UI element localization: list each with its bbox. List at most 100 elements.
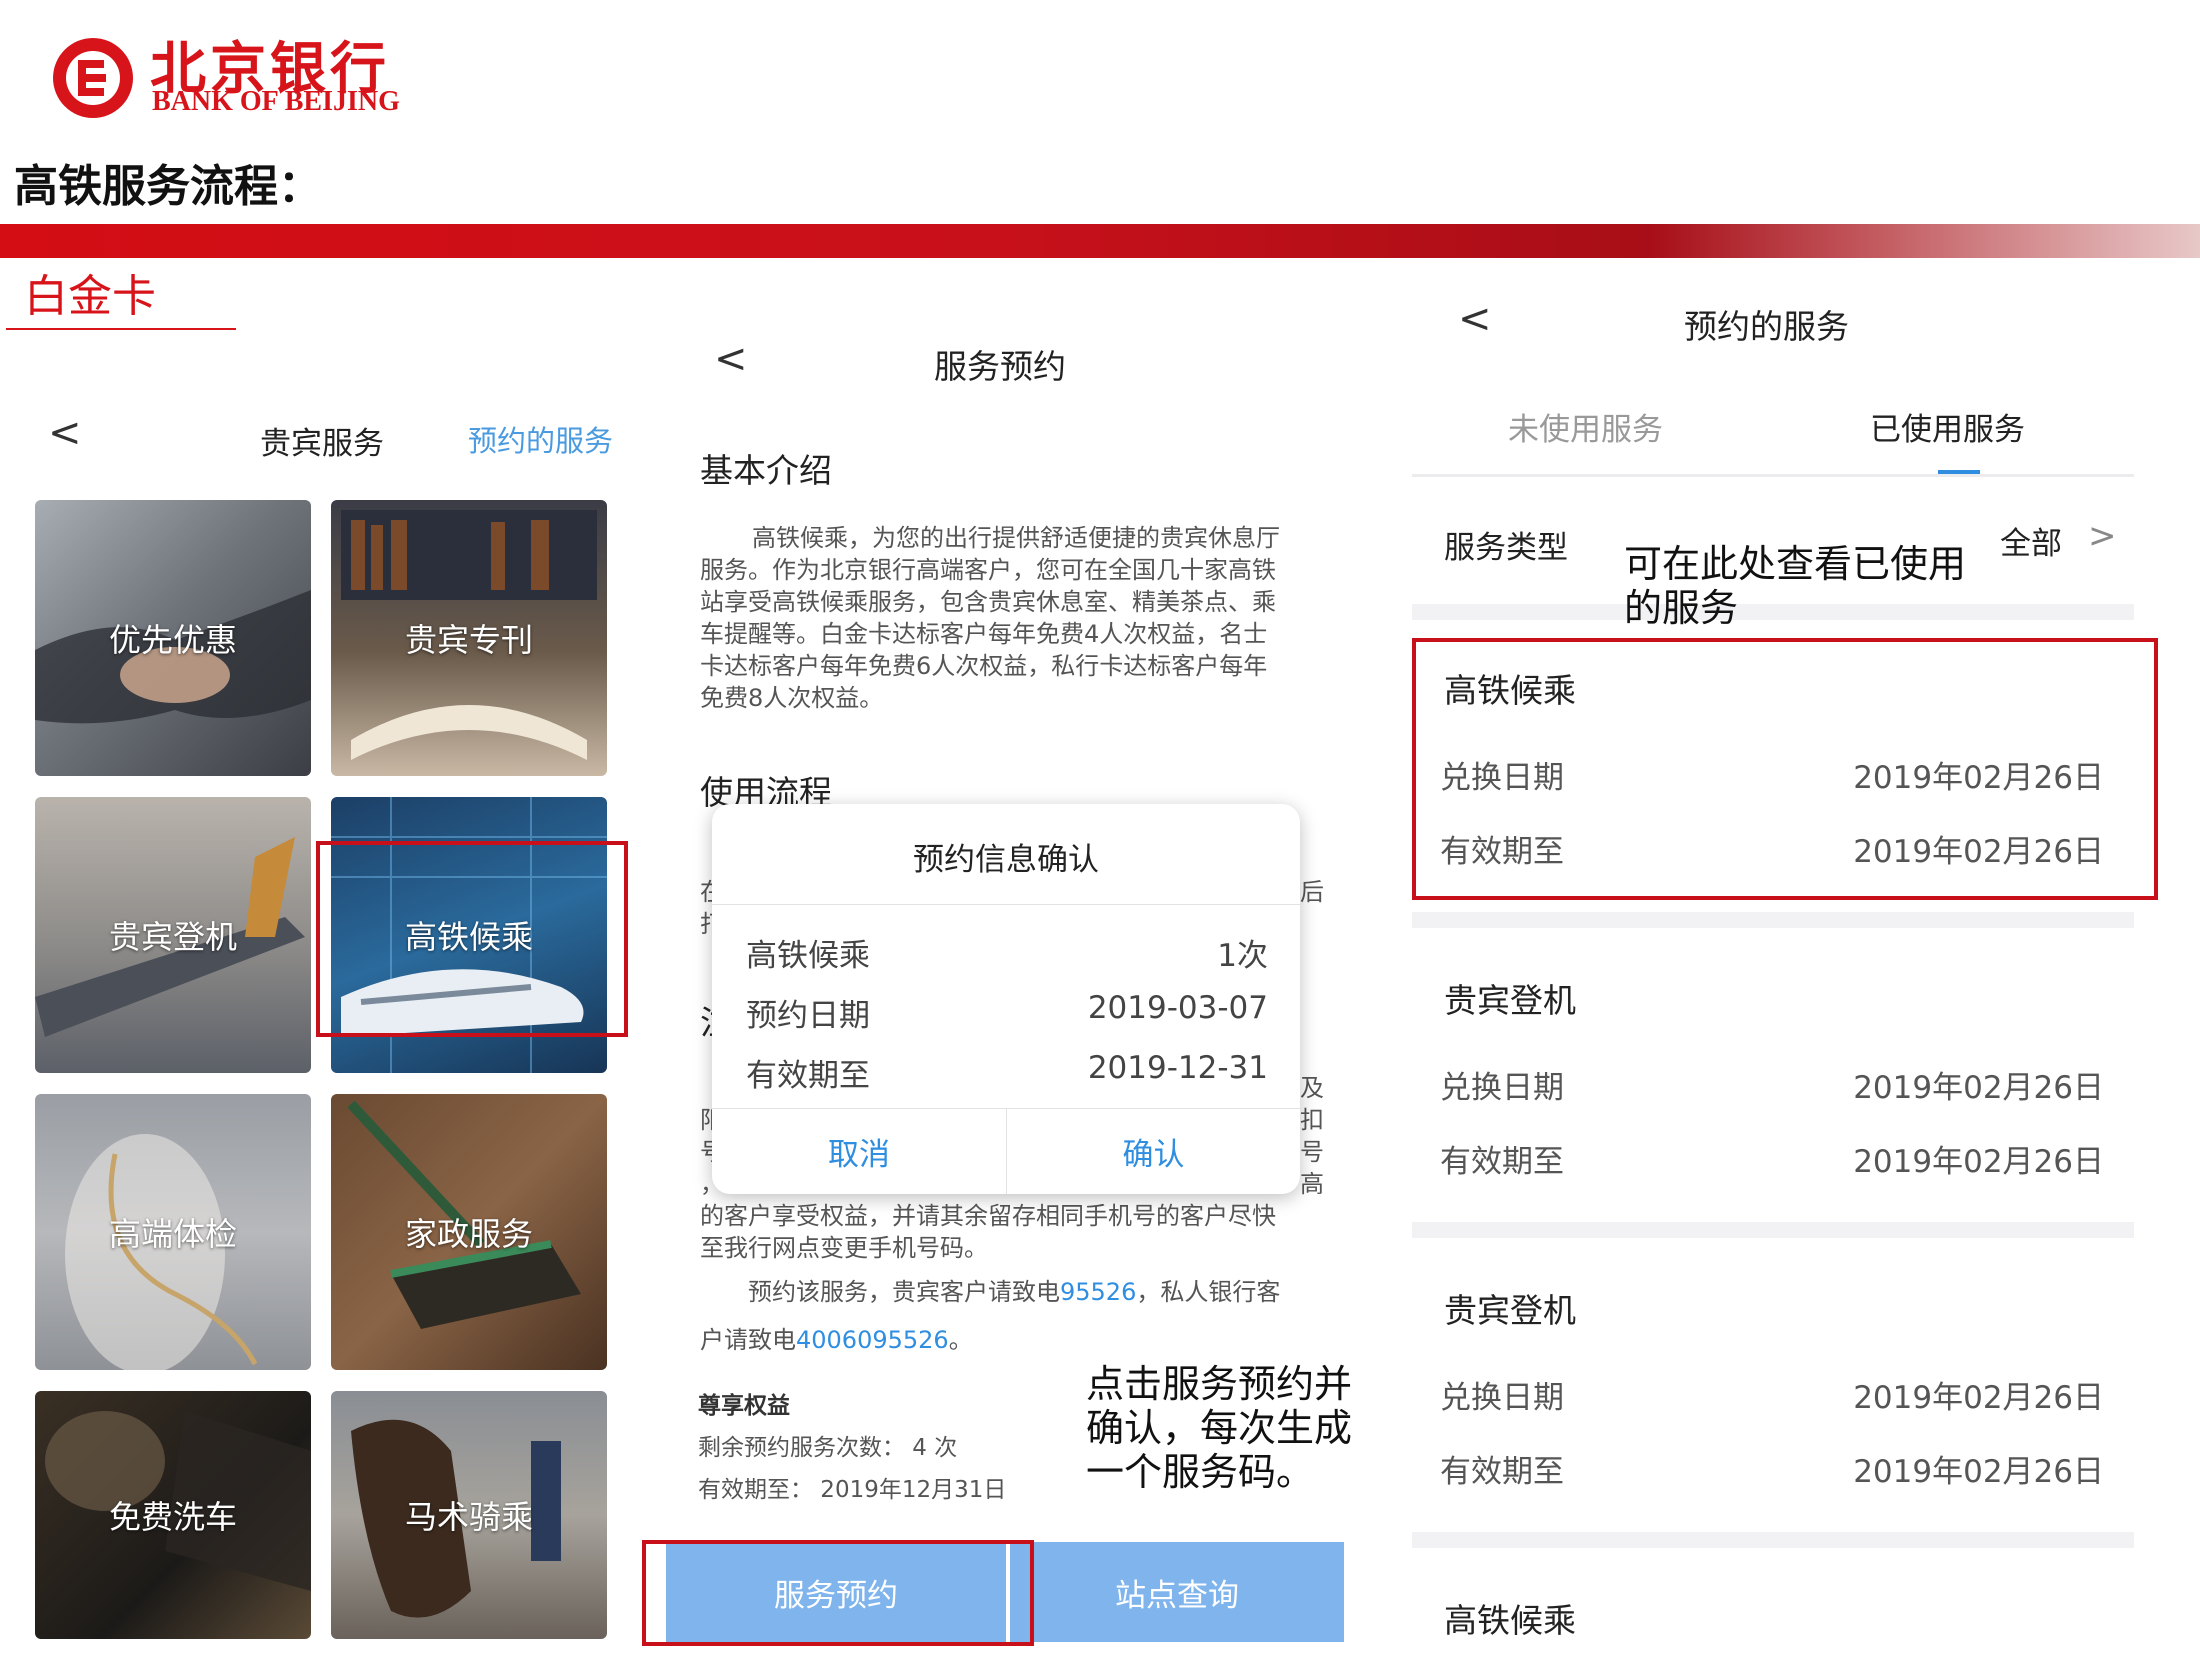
row-value: 2019年02月26日 [1853,1144,2104,1180]
filter-value[interactable]: 全部 [2000,518,2062,563]
obscured-text: 及 [1300,1074,1324,1102]
section-gap [1412,912,2134,928]
tile-label: 优先优惠 [108,621,237,659]
row-value: 2019年02月26日 [1853,1454,2104,1490]
row-label: 兑换日期 [1440,1380,1564,1416]
obscured-text: 后 [1300,878,1324,906]
annotation-booking: 点击服务预约并 确认，每次生成 一个服务码。 [1086,1362,1352,1494]
dialog-row-valid: 有效期至 2019-12-31 [746,1050,1268,1095]
section-label: 白金卡 [24,271,156,322]
chevron-left-icon[interactable]: < [714,336,748,382]
tile-priority-offers[interactable]: 优先优惠 [35,500,311,776]
header-red-band [0,224,2200,258]
row-value: 2019-03-07 [1087,990,1268,1026]
phone-link-95526[interactable]: 95526 [1060,1278,1136,1306]
tile-label: 家政服务 [404,1215,533,1253]
chevron-left-icon[interactable]: < [1458,296,1492,342]
intro-line: 免费8人次权益。 [700,684,884,712]
intro-line: 服务。作为北京银行高端客户，您可在全国几十家高铁 [700,556,1276,584]
section-gap [1412,1222,2134,1238]
logo-text-en: BANK OF BEIJING [152,86,400,117]
nav-title: 预约的服务 [1684,307,1849,346]
record-row-valid: 有效期至 2019年02月26日 [1440,1136,2104,1181]
intro-text: 高铁候乘，为您的出行提供舒适便捷的贵宾休息厅 服务。作为北京银行高端客户，您可在… [700,522,1320,714]
record-title: 贵宾登机 [1444,1291,1576,1330]
dialog-title: 预约信息确认 [913,842,1099,878]
station-query-button[interactable]: 站点查询 [1010,1542,1344,1642]
dialog-row-service: 高铁候乘 1次 [746,930,1268,975]
annotation-line: 的服务 [1624,586,1739,630]
nav-title: 服务预约 [934,347,1066,386]
booking-hotline-line1: 预约该服务，贵宾客户请致电95526，私人银行客 [700,1276,1320,1308]
annotation-line: 确认，每次生成 [1086,1406,1353,1450]
chevron-left-icon[interactable]: < [48,410,82,456]
tile-health-check[interactable]: 高端体检 [35,1094,311,1370]
annotation-line: 点击服务预约并 [1086,1362,1353,1406]
obscured-text: 高 [1300,1170,1324,1198]
booking-hotline-line2: 户请致电4006095526。 [700,1324,973,1356]
tile-label: 高端体检 [108,1215,237,1253]
notice-line: 至我行网点变更手机号码。 [700,1234,988,1262]
tab-used-services[interactable]: 已使用服务 [1870,404,2025,449]
tile-label: 高铁候乘 [404,918,533,956]
row-value: 2019-12-31 [1087,1050,1268,1086]
divider [712,904,1300,905]
row-label: 有效期至 [1440,1144,1564,1180]
intro-line: 车提醒等。白金卡达标客户每年免费4人次权益，名士 [700,620,1268,648]
booking-text: 户请致电 [700,1326,796,1354]
remaining-count: 剩余预约服务次数： 4 次 [698,1435,958,1461]
divider [1412,474,2134,477]
phone-link-private-bank[interactable]: 4006095526 [796,1326,949,1354]
annotation-used-services: 可在此处查看已使用 的服务 [1624,542,1966,630]
record-row-exchange: 兑换日期 2019年02月26日 [1440,1372,2104,1417]
nav-link-booked-services[interactable]: 预约的服务 [468,418,613,460]
valid-until: 有效期至： 2019年12月31日 [698,1477,1007,1503]
booking-confirm-dialog: 预约信息确认 高铁候乘 1次 预约日期 2019-03-07 有效期至 2019-12… [712,804,1300,1194]
tab-unused-services[interactable]: 未使用服务 [1508,404,1663,449]
highlight-box-used-record [1412,638,2158,900]
chevron-right-icon[interactable]: > [2088,516,2117,556]
row-label: 有效期至 [746,1058,870,1094]
page-title: 高铁服务流程： [14,161,322,212]
tile-housekeeping[interactable]: 家政服务 [331,1094,607,1370]
tile-equestrian[interactable]: 马术骑乘 [331,1391,607,1639]
row-label: 预约日期 [746,998,870,1034]
tile-vip-boarding[interactable]: 贵宾登机 [35,797,311,1073]
highlight-box-booking-button [642,1540,1034,1646]
intro-line: 卡达标客户每年免费6人次权益，私行卡达标客户每年 [700,652,1268,680]
tile-label: 免费洗车 [108,1498,237,1536]
record-title: 贵宾登机 [1444,981,1576,1020]
row-label: 有效期至 [1440,1454,1564,1490]
row-label: 高铁候乘 [746,938,870,974]
booking-text: ，私人银行客 [1136,1278,1281,1306]
section-underline [6,328,236,330]
notice-text: 的客户享受权益，并请其余留存相同手机号的客户尽快 至我行网点变更手机号码。 [700,1200,1320,1264]
obscured-text: 号 [1300,1138,1324,1166]
tile-vip-magazine[interactable]: 贵宾专刊 [331,500,607,776]
filter-label: 服务类型 [1444,530,1568,566]
row-value: 2019年02月26日 [1853,1070,2104,1106]
tile-free-car-wash[interactable]: 免费洗车 [35,1391,311,1639]
row-label: 兑换日期 [1440,1070,1564,1106]
intro-heading: 基本介绍 [700,451,832,490]
booking-text: 。 [948,1326,973,1354]
tile-label: 贵宾专刊 [404,621,533,659]
row-value: 1次 [1217,938,1268,974]
annotation-line: 一个服务码。 [1086,1450,1315,1494]
tile-label: 贵宾登机 [108,918,237,956]
dialog-confirm-button[interactable]: 确认 [1007,1109,1300,1194]
row-value: 2019年02月26日 [1853,1380,2104,1416]
booking-text: 预约该服务，贵宾客户请致电 [748,1278,1060,1306]
notice-line: 的客户享受权益，并请其余留存相同手机号的客户尽快 [700,1202,1276,1230]
obscured-text: 扣 [1300,1106,1324,1134]
rights-heading: 尊享权益 [698,1393,790,1419]
record-row-exchange: 兑换日期 2019年02月26日 [1440,1062,2104,1107]
dialog-cancel-button[interactable]: 取消 [712,1109,1006,1194]
section-gap [1412,1532,2134,1548]
nav-title: 贵宾服务 [260,426,384,462]
record-row-valid: 有效期至 2019年02月26日 [1440,1446,2104,1491]
intro-line: 站享受高铁候乘服务，包含贵宾休息室、精美茶点、乘 [700,588,1276,616]
annotation-line: 可在此处查看已使用 [1624,542,1967,586]
intro-line: 高铁候乘，为您的出行提供舒适便捷的贵宾休息厅 [752,524,1280,552]
dialog-row-date: 预约日期 2019-03-07 [746,990,1268,1035]
